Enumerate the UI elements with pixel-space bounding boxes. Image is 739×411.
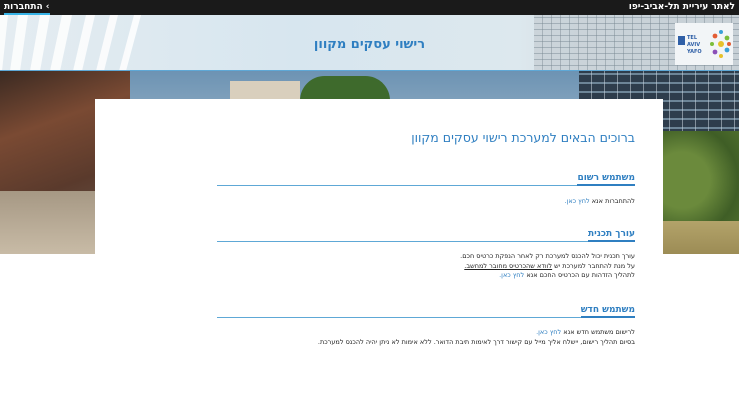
section-heading: משתמש רשום <box>577 173 635 186</box>
welcome-heading: ברוכים הבאים למערכת רישוי עסקים מקוון <box>411 130 635 145</box>
section-registered-user: משתמש רשום להתחברות אנא לחץ כאן. <box>217 170 635 207</box>
logo-text-2: AVIV <box>687 42 700 48</box>
section-plan-editor: עורך תכנית עורך תכנית יכול להכנס למערכת … <box>217 226 635 281</box>
header-banner: רישוי עסקים מקוון TEL AVIV YAFO <box>0 15 739 71</box>
page-title: רישוי עסקים מקוון <box>313 37 426 52</box>
login-link[interactable]: התחברות ‹ <box>4 2 50 15</box>
section-body: לרישום משתמש חדש אנא לחץ כאן. בסיום תהלי… <box>317 328 635 346</box>
tel-aviv-logo[interactable]: TEL AVIV YAFO <box>675 23 733 65</box>
verify-card-link[interactable]: לוודא שהכרטיס מחובר למחשב. <box>464 262 552 270</box>
registered-login-link[interactable]: לחץ כאן. <box>565 197 590 205</box>
shield-icon <box>678 36 685 45</box>
smartcard-login-link[interactable]: לחץ כאן. <box>499 271 524 279</box>
content-card: ברוכים הבאים למערכת רישוי עסקים מקוון מש… <box>95 99 663 411</box>
section-body: עורך תכנית יכול להכנס למערכת רק לאחר הנפ… <box>460 252 635 279</box>
section-heading: משתמש חדש <box>580 305 636 318</box>
logo-text-1: TEL <box>687 35 698 41</box>
section-new-user: משתמש חדש לרישום משתמש חדש אנא לחץ כאן. … <box>217 302 636 347</box>
register-link[interactable]: לחץ כאן. <box>536 328 561 336</box>
logo-text-3: YAFO <box>686 49 702 55</box>
section-body: להתחברות אנא לחץ כאן. <box>564 197 636 205</box>
top-bar: התחברות ‹ לאתר עיריית תל-אביב-יפו <box>0 0 739 15</box>
municipality-site-link[interactable]: לאתר עיריית תל-אביב-יפו <box>629 2 735 13</box>
section-heading: עורך תכנית <box>588 229 635 242</box>
